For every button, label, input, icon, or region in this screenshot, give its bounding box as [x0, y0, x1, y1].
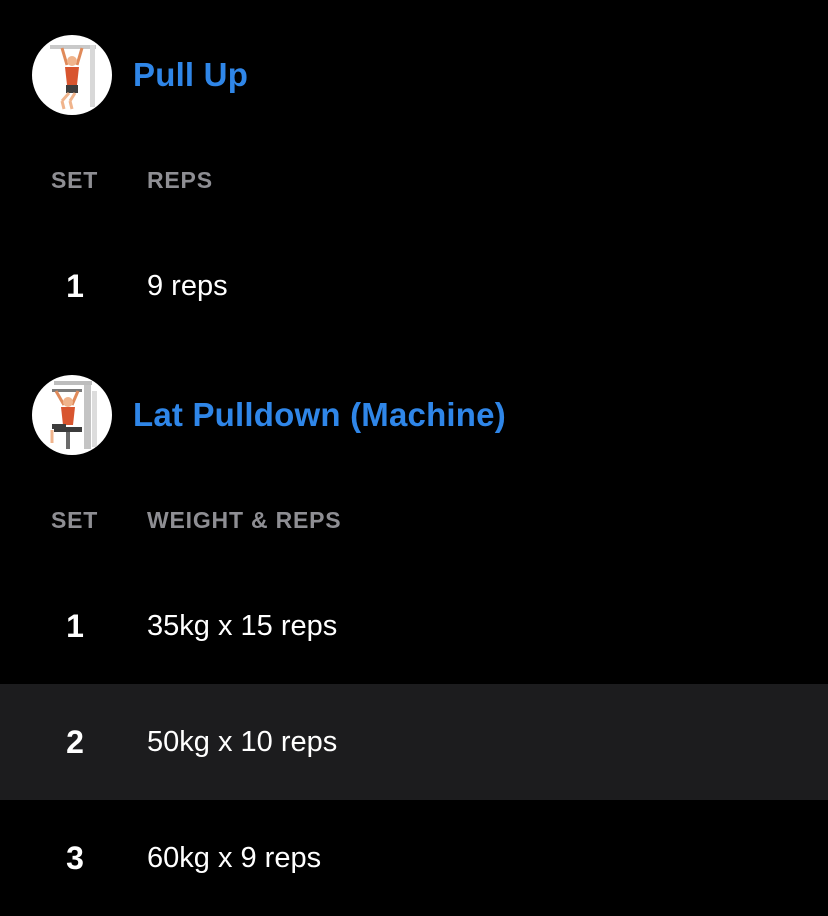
set-number: 1	[66, 268, 84, 304]
column-header-weight-reps: WEIGHT & REPS	[147, 507, 342, 533]
column-header-set: SET	[51, 167, 99, 193]
set-row[interactable]: 1 9 reps	[0, 228, 828, 344]
column-header-reps: REPS	[147, 167, 213, 193]
exercise-title[interactable]: Pull Up	[133, 56, 248, 94]
set-weight-reps: 60kg x 9 reps	[147, 842, 322, 874]
column-header-set: SET	[51, 507, 99, 533]
set-number: 1	[66, 608, 84, 644]
exercise-title[interactable]: Lat Pulldown (Machine)	[133, 396, 506, 434]
set-number: 3	[66, 840, 84, 876]
set-weight-reps: 50kg x 10 reps	[147, 726, 338, 758]
set-reps: 9 reps	[147, 270, 228, 302]
pull-up-icon[interactable]	[32, 35, 112, 115]
lat-pulldown-icon[interactable]	[32, 375, 112, 455]
set-number: 2	[66, 724, 84, 760]
exercise-header-lat-pulldown[interactable]: Lat Pulldown (Machine)	[32, 375, 506, 455]
set-row[interactable]: 3 60kg x 9 reps	[0, 800, 828, 916]
set-row[interactable]: 1 35kg x 15 reps	[0, 568, 828, 684]
exercise-header-pull-up[interactable]: Pull Up	[32, 35, 248, 115]
set-row-highlighted[interactable]: 2 50kg x 10 reps	[0, 684, 828, 800]
set-weight-reps: 35kg x 15 reps	[147, 610, 338, 642]
